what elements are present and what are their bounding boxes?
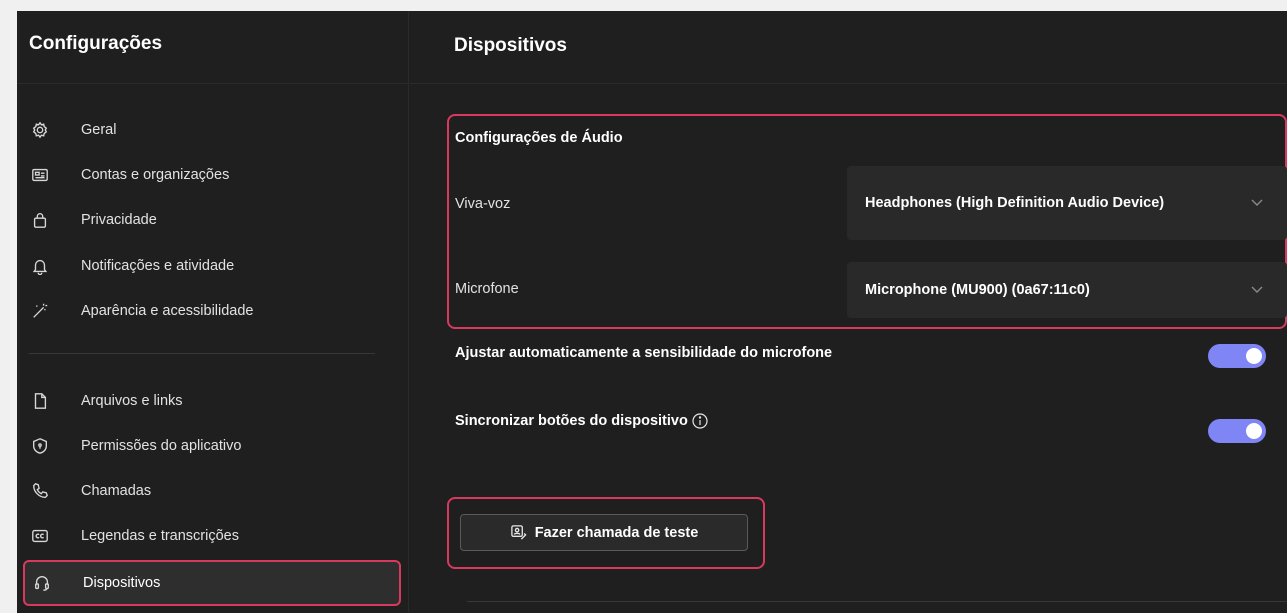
divider <box>467 601 1287 602</box>
sidebar-item-aparencia[interactable]: Aparência e acessibilidade <box>23 292 401 330</box>
phone-icon <box>29 480 51 502</box>
headset-icon <box>31 572 53 594</box>
bell-icon <box>29 255 51 277</box>
file-icon <box>29 390 51 412</box>
sync-device-buttons-label: Sincronizar botões do dispositivo <box>455 413 708 429</box>
test-call-button-label: Fazer chamada de teste <box>534 524 699 541</box>
sidebar-title: Configurações <box>29 33 163 54</box>
auto-mic-sensitivity-toggle[interactable] <box>1208 344 1266 368</box>
sync-device-buttons-toggle[interactable] <box>1208 419 1266 443</box>
chevron-down-icon <box>1251 195 1263 211</box>
sidebar: Configurações Geral Contas e organizaçõe… <box>17 11 409 613</box>
sidebar-item-permissoes[interactable]: Permissões do aplicativo <box>23 427 401 465</box>
toggle-label-text: Ajustar automaticamente a sensibilidade … <box>455 345 833 361</box>
toggle-knob <box>1246 348 1262 364</box>
sidebar-item-contas[interactable]: Contas e organizações <box>23 156 401 194</box>
info-icon[interactable] <box>692 413 708 429</box>
test-call-button[interactable]: Fazer chamada de teste <box>460 514 748 551</box>
divider <box>29 353 375 354</box>
closed-captions-icon <box>29 525 51 547</box>
page-title: Dispositivos <box>454 35 567 56</box>
divider <box>410 83 1287 84</box>
microphone-select-value: Microphone (MU900) (0a67:11c0) <box>865 281 1090 298</box>
magic-wand-icon <box>29 300 51 322</box>
sidebar-item-label: Legendas e transcrições <box>81 528 239 544</box>
speaker-select[interactable]: Headphones (High Definition Audio Device… <box>847 166 1287 240</box>
audio-section-title: Configurações de Áudio <box>455 130 623 146</box>
sidebar-item-notificacoes[interactable]: Notificações e atividade <box>23 247 401 285</box>
sidebar-item-label: Aparência e acessibilidade <box>81 303 254 319</box>
sidebar-item-label: Contas e organizações <box>81 167 230 183</box>
sidebar-item-label: Chamadas <box>81 483 152 499</box>
toggle-knob <box>1246 423 1262 439</box>
test-call-icon <box>510 524 527 541</box>
sidebar-item-dispositivos[interactable]: Dispositivos <box>23 560 401 606</box>
shield-icon <box>29 435 51 457</box>
sidebar-item-arquivos[interactable]: Arquivos e links <box>23 382 401 420</box>
settings-window: Configurações Geral Contas e organizaçõe… <box>17 11 1287 613</box>
sidebar-item-geral[interactable]: Geral <box>23 111 401 149</box>
sidebar-item-label: Privacidade <box>81 212 157 228</box>
main-panel: Dispositivos Configurações de Áudio Viva… <box>410 11 1287 613</box>
speaker-select-value: Headphones (High Definition Audio Device… <box>865 194 1165 211</box>
chevron-down-icon <box>1251 282 1263 298</box>
auto-mic-sensitivity-label: Ajustar automaticamente a sensibilidade … <box>455 345 832 361</box>
sidebar-item-label: Geral <box>81 122 117 138</box>
sidebar-item-label: Arquivos e links <box>81 393 183 409</box>
id-card-icon <box>29 164 51 186</box>
sidebar-item-chamadas[interactable]: Chamadas <box>23 472 401 510</box>
sidebar-item-privacidade[interactable]: Privacidade <box>23 201 401 239</box>
microphone-select[interactable]: Microphone (MU900) (0a67:11c0) <box>847 262 1287 318</box>
microphone-label: Microfone <box>455 281 519 297</box>
speaker-label: Viva-voz <box>455 196 511 212</box>
gear-icon <box>29 119 51 141</box>
sidebar-item-legendas[interactable]: Legendas e transcrições <box>23 517 401 555</box>
sidebar-item-label: Permissões do aplicativo <box>81 438 242 454</box>
lock-icon <box>29 209 51 231</box>
toggle-label-text: Sincronizar botões do dispositivo <box>455 413 688 429</box>
sidebar-item-label: Dispositivos <box>83 575 161 591</box>
divider <box>17 83 409 84</box>
sidebar-item-label: Notificações e atividade <box>81 258 235 274</box>
